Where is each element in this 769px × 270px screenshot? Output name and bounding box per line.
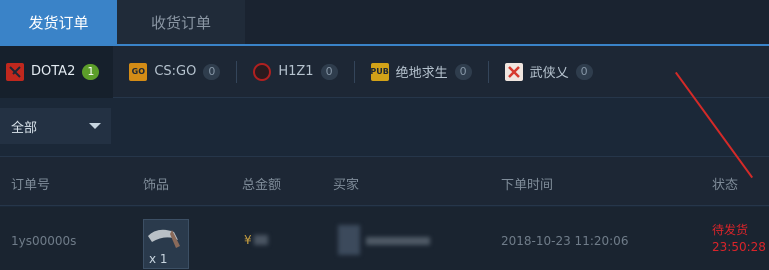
status-label: 待发货: [712, 223, 749, 237]
status-badge: 待发货 23:50:28: [712, 222, 766, 256]
game-count-badge: 0: [454, 63, 472, 80]
table-row[interactable]: 1ys00000s x 1 ¥ 2018-10-23 11:20:06 待发货 …: [0, 207, 769, 270]
chevron-down-icon: [89, 123, 101, 129]
table-header: 订单号 饰品 总金额 买家 下单时间 状态: [0, 156, 769, 206]
column-header-amount: 总金额: [242, 178, 282, 193]
column-header-order-id: 订单号: [11, 178, 51, 193]
game-label: 绝地求生: [395, 66, 448, 81]
csgo-icon: GO: [129, 62, 148, 81]
tab-receiving-orders[interactable]: 收货订单: [117, 0, 245, 44]
order-type-tabs: 发货订单 收货订单: [0, 0, 769, 46]
game-count-badge: 1: [82, 63, 100, 80]
status-countdown: 23:50:28: [712, 240, 766, 254]
order-time: 2018-10-23 11:20:06: [501, 234, 629, 248]
game-tab-csgo[interactable]: GO CS:GO 0: [113, 46, 221, 98]
item-image-icon: [148, 229, 180, 248]
status-filter-select[interactable]: 全部: [0, 108, 111, 144]
h1z1-icon: [253, 62, 272, 81]
dota2-icon: [6, 62, 24, 81]
order-id[interactable]: 1ys00000s: [11, 234, 76, 248]
amount-value-redacted: [254, 235, 268, 245]
game-tab-dota2[interactable]: DOTA2 1: [0, 45, 114, 98]
game-label: 武侠乂: [529, 66, 569, 81]
item-quantity: x 1: [149, 252, 168, 266]
column-header-status: 状态: [712, 178, 739, 193]
tab-shipping-orders[interactable]: 发货订单: [0, 0, 117, 44]
tab-divider: [353, 60, 355, 83]
wuxia-icon: [504, 62, 523, 81]
column-header-buyer: 买家: [333, 178, 360, 193]
game-tab-wuxia[interactable]: 武侠乂 0: [504, 46, 593, 98]
game-count-badge: 0: [320, 63, 338, 80]
game-count-badge: 0: [203, 63, 221, 80]
game-tab-pubg[interactable]: PUB 绝地求生 0: [370, 46, 472, 98]
game-tab-h1z1[interactable]: H1Z1 0: [253, 46, 338, 98]
game-label: DOTA2: [31, 64, 76, 79]
buyer-name-redacted[interactable]: [366, 237, 430, 245]
tab-divider: [487, 60, 489, 83]
tab-divider: [236, 60, 238, 83]
pubg-icon: PUB: [370, 62, 389, 81]
amount-currency: ¥: [244, 233, 252, 247]
filter-selected-value: 全部: [11, 120, 38, 136]
item-thumbnail[interactable]: x 1: [143, 219, 189, 269]
buyer-avatar[interactable]: [338, 225, 360, 255]
game-tabs: DOTA2 1 GO CS:GO 0 H1Z1 0 PUB 绝地求生 0 武侠乂…: [0, 45, 769, 98]
game-label: H1Z1: [278, 64, 314, 79]
game-count-badge: 0: [575, 63, 593, 80]
column-header-order-time: 下单时间: [501, 178, 554, 193]
column-header-item: 饰品: [143, 178, 170, 193]
game-label: CS:GO: [154, 64, 197, 79]
